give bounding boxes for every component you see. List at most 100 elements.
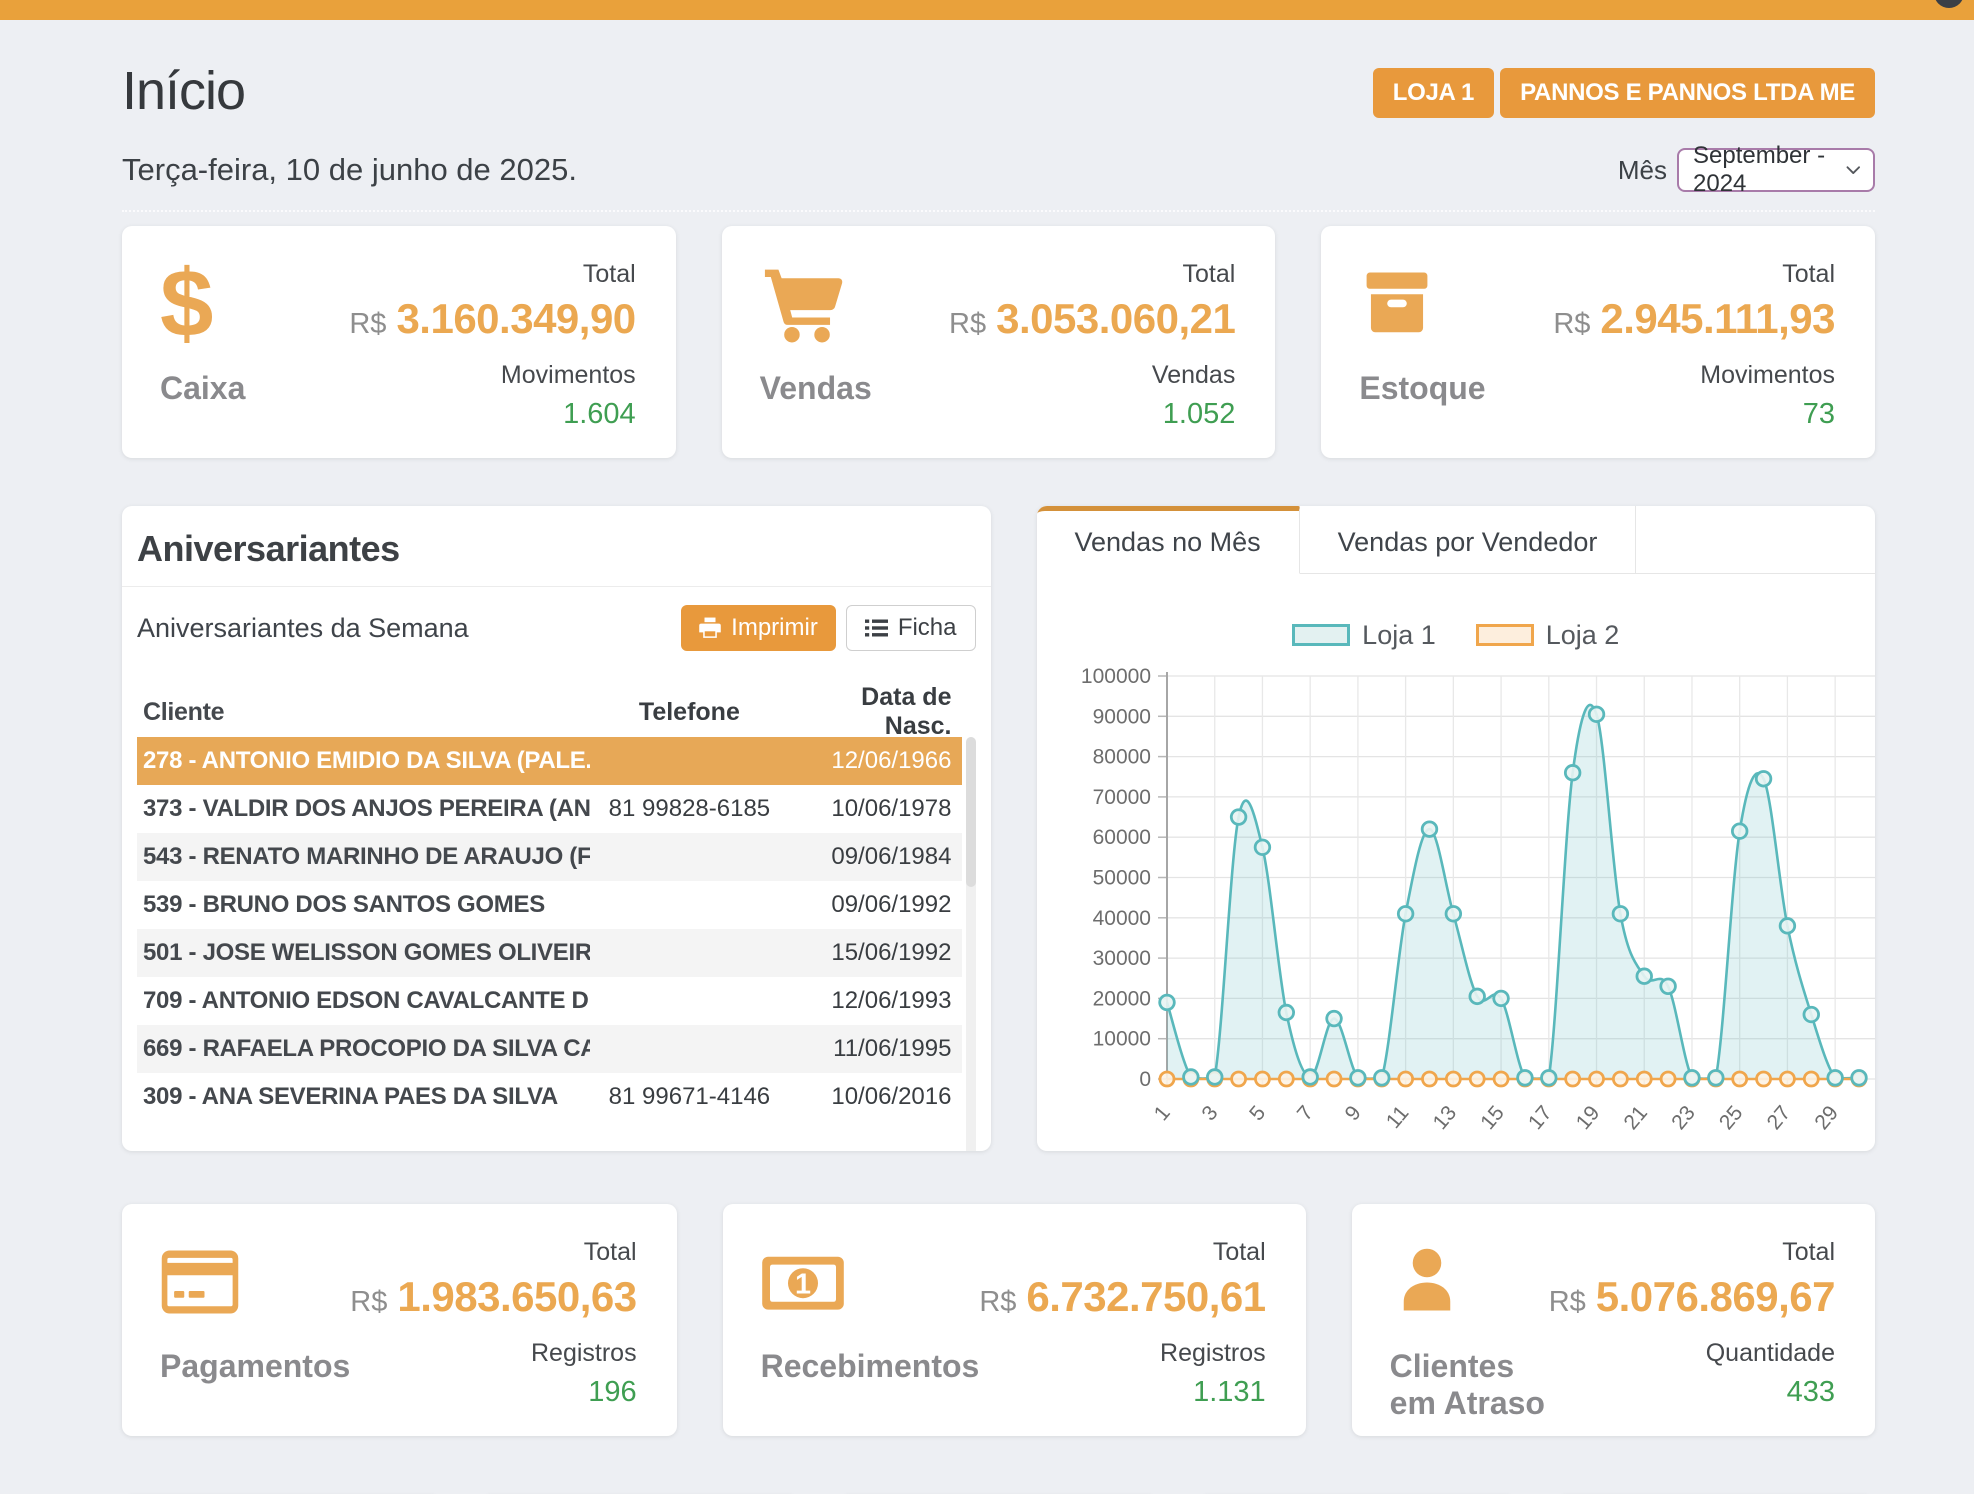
birthdays-subtitle: Aniversariantes da Semana [137,613,469,644]
card-label: Recebimentos [761,1348,980,1385]
month-picker: Mês September - 2024 [1618,148,1875,192]
chevron-down-icon [1846,164,1861,177]
count-label: Movimentos [1700,361,1835,390]
birthday-row[interactable]: 709 - ANTONIO EDSON CAVALCANTE D... 12/0… [137,977,962,1025]
estoque-card: Estoque Total R$ 2.945.111,93 Movimentos… [1321,226,1875,458]
total-amount: R$ 6.732.750,61 [979,1273,1265,1321]
svg-text:30000: 30000 [1092,947,1150,970]
count-label: Registros [531,1339,637,1368]
svg-text:5: 5 [1245,1101,1270,1125]
credit-card-icon [160,1232,350,1332]
card-label: Estoque [1359,370,1485,407]
month-select-value: September - 2024 [1693,142,1832,198]
svg-text:25: 25 [1714,1101,1747,1134]
total-label: Total [583,260,636,289]
count-value: 1.052 [1163,398,1236,431]
clientes-em-atraso-card: Clientes em Atraso Total R$ 5.076.869,67… [1352,1204,1875,1436]
total-amount: R$ 1.983.650,63 [350,1273,636,1321]
svg-text:1: 1 [1149,1101,1174,1125]
svg-text:1: 1 [795,1268,811,1300]
print-button[interactable]: Imprimir [681,605,836,651]
summary-cards-bottom: Pagamentos Total R$ 1.983.650,63 Registr… [122,1204,1875,1436]
count-label: Registros [1160,1339,1266,1368]
company-button[interactable]: PANNOS E PANNOS LTDA ME [1500,68,1875,118]
topbar [0,0,1974,20]
birthday-row[interactable]: 669 - RAFAELA PROCOPIO DA SILVA CA... 11… [137,1025,962,1073]
svg-text:0: 0 [1139,1068,1151,1091]
total-amount: R$ 3.160.349,90 [349,295,635,343]
month-select[interactable]: September - 2024 [1677,148,1875,192]
person-icon [1390,1232,1549,1332]
birthday-row[interactable]: 539 - BRUNO DOS SANTOS GOMES 09/06/1992 [137,881,962,929]
cart-icon [760,254,872,354]
svg-text:11: 11 [1381,1101,1413,1132]
svg-text:60000: 60000 [1092,826,1150,849]
svg-text:40000: 40000 [1092,907,1150,930]
count-value: 196 [588,1376,636,1409]
legend-loja1[interactable]: Loja 1 [1292,620,1436,651]
dollar-icon: $ [160,254,245,354]
divider [122,586,991,587]
count-label: Movimentos [501,361,636,390]
birthday-row[interactable]: 501 - JOSE WELISSON GOMES OLIVEIR... 15/… [137,929,962,977]
svg-text:19: 19 [1571,1101,1604,1134]
svg-text:27: 27 [1762,1101,1795,1134]
date-row: Terça-feira, 10 de junho de 2025. Mês Se… [122,148,1875,212]
svg-text:7: 7 [1292,1101,1317,1125]
legend-loja2[interactable]: Loja 2 [1476,620,1620,651]
caixa-card: $ Caixa Total R$ 3.160.349,90 Movimentos… [122,226,676,458]
store-button[interactable]: LOJA 1 [1373,68,1494,118]
count-label: Vendas [1152,361,1235,390]
count-value: 433 [1787,1376,1835,1409]
printer-icon [699,617,721,639]
card-label: Caixa [160,370,245,407]
svg-text:21: 21 [1619,1101,1652,1134]
sales-panel: Vendas no Mês Vendas por Vendedor Loja 1… [1037,506,1876,1151]
avatar[interactable] [1934,0,1964,8]
tab-vendas-por-vendedor[interactable]: Vendas por Vendedor [1300,506,1637,573]
svg-text:90000: 90000 [1092,705,1150,728]
svg-text:50000: 50000 [1092,867,1150,890]
svg-text:13: 13 [1428,1101,1461,1134]
header-buttons: LOJA 1 PANNOS E PANNOS LTDA ME [1373,68,1875,118]
birthdays-table: Cliente Telefone Data de Nasc. 278 - ANT… [137,687,976,1121]
total-label: Total [1782,260,1835,289]
chart-legend: Loja 1 Loja 2 [1037,622,1876,648]
loja1-swatch [1292,624,1350,646]
total-label: Total [1183,260,1236,289]
count-label: Quantidade [1706,1339,1835,1368]
sales-chart: 0100002000030000400005000060000700008000… [1037,656,1876,1151]
current-date: Terça-feira, 10 de junho de 2025. [122,152,577,188]
summary-cards-top: $ Caixa Total R$ 3.160.349,90 Movimentos… [122,226,1875,458]
svg-text:20000: 20000 [1092,987,1150,1010]
svg-text:70000: 70000 [1092,786,1150,809]
svg-text:23: 23 [1667,1101,1700,1134]
card-label: Vendas [760,370,872,407]
card-label: Pagamentos [160,1348,350,1385]
svg-text:3: 3 [1197,1101,1222,1125]
table-scrollbar[interactable] [966,737,976,1151]
total-amount: R$ 3.053.060,21 [949,295,1235,343]
total-label: Total [1213,1238,1266,1267]
pagamentos-card: Pagamentos Total R$ 1.983.650,63 Registr… [122,1204,677,1436]
birthday-row[interactable]: 543 - RENATO MARINHO DE ARAUJO (F... 09/… [137,833,962,881]
banknote-icon: 1 [761,1232,980,1332]
birthday-row[interactable]: 309 - ANA SEVERINA PAES DA SILVA 81 9967… [137,1073,962,1121]
total-amount: R$ 2.945.111,93 [1553,295,1835,343]
svg-text:15: 15 [1476,1101,1509,1134]
birthday-row[interactable]: 373 - VALDIR DOS ANJOS PEREIRA (AN... 81… [137,785,962,833]
birthdays-panel: Aniversariantes Aniversariantes da Seman… [122,506,991,1151]
svg-text:17: 17 [1523,1101,1556,1134]
tab-vendas-no-mes[interactable]: Vendas no Mês [1037,506,1300,574]
loja2-swatch [1476,624,1534,646]
svg-text:29: 29 [1810,1101,1843,1134]
ficha-button[interactable]: Ficha [846,605,976,651]
total-amount: R$ 5.076.869,67 [1549,1273,1835,1321]
birthdays-title: Aniversariantes [137,528,976,570]
vendas-card: Vendas Total R$ 3.053.060,21 Vendas 1.05… [722,226,1276,458]
count-value: 1.131 [1193,1376,1266,1409]
birthday-row[interactable]: 278 - ANTONIO EMIDIO DA SILVA (PALE... 1… [137,737,962,785]
card-label: Clientes em Atraso [1390,1348,1549,1422]
box-icon [1359,254,1485,354]
count-value: 73 [1803,398,1835,431]
